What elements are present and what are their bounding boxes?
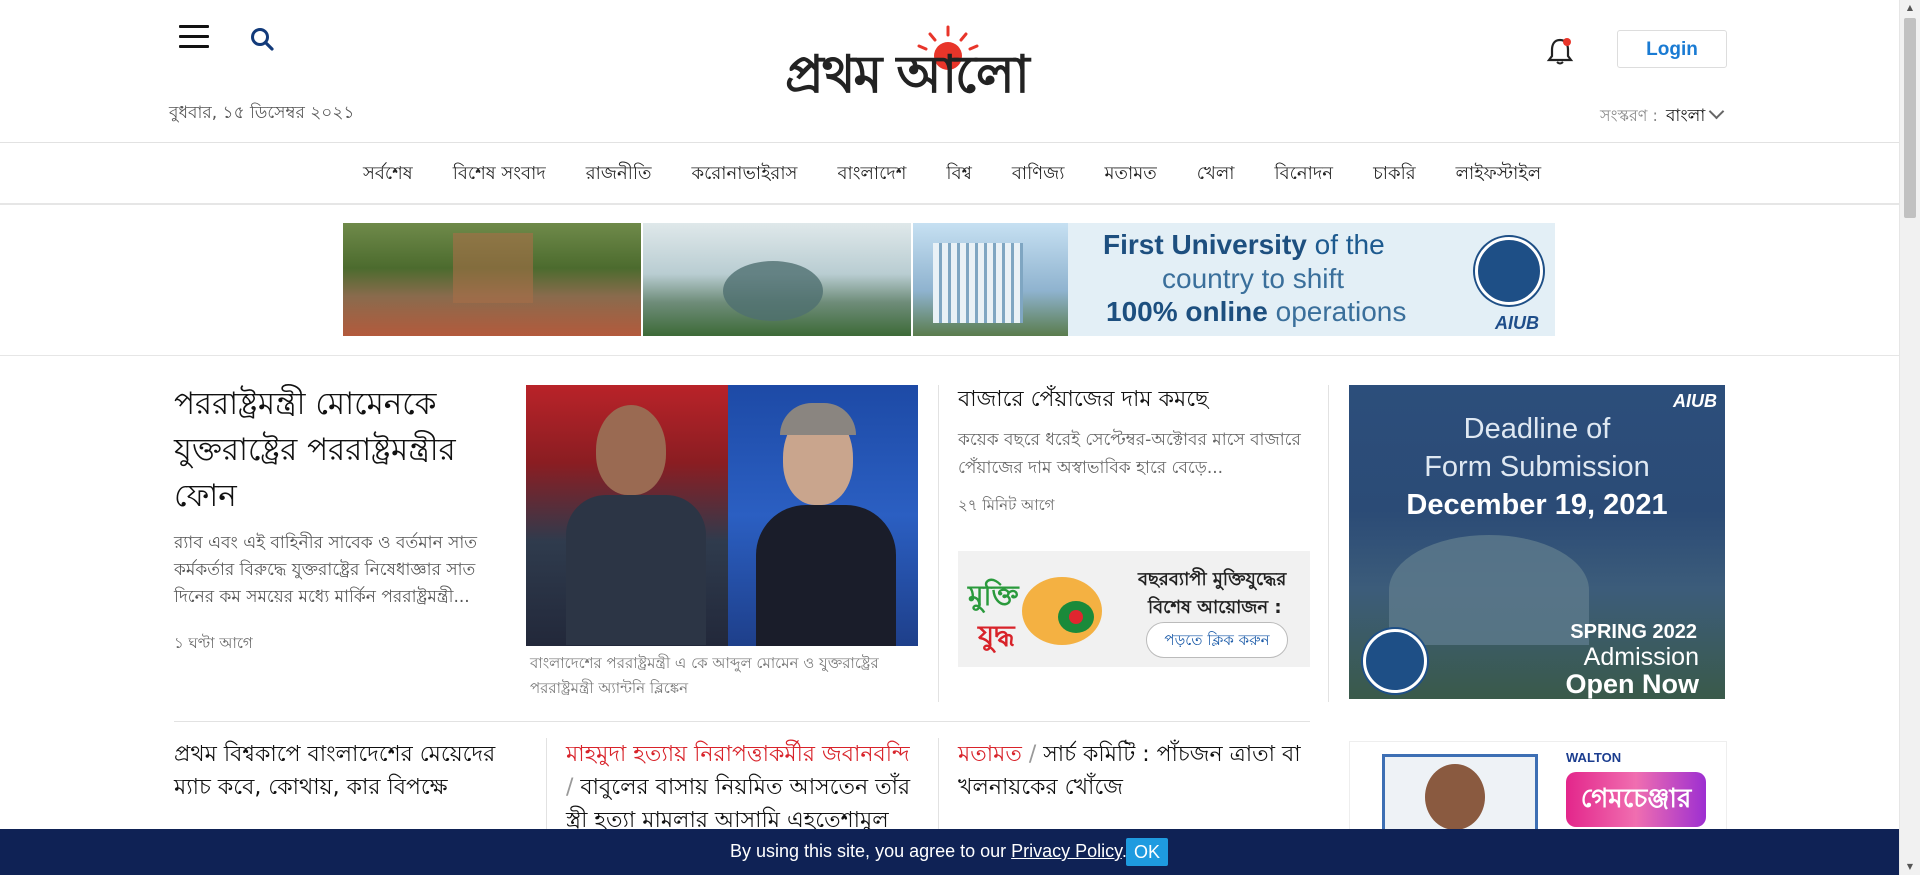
column-divider (938, 385, 939, 702)
logo-wordmark: প্রথম আলো (785, 44, 1030, 105)
section-divider (0, 355, 1900, 356)
nav-item-world[interactable]: বিশ্ব (946, 159, 971, 190)
ad-line4: SPRING 2022 (1570, 621, 1697, 643)
kicker-separator: / (566, 775, 581, 800)
edition-value[interactable]: বাংলা (1666, 106, 1705, 126)
nav-item-sports[interactable]: খেলা (1197, 159, 1235, 190)
walton-brand: WALTON (1566, 750, 1622, 765)
story-kicker[interactable]: মাহমুদা হত্যায় নিরাপত্তাকর্মীর জবানবন্দ… (566, 742, 910, 767)
nav-item-opinion[interactable]: মতামত (1104, 159, 1156, 190)
ad-line2: Form Submission (1424, 451, 1650, 483)
cookie-ok-button[interactable]: OK (1126, 838, 1168, 866)
notification-bell-icon[interactable] (1546, 36, 1574, 66)
campus-dome-image (1389, 535, 1589, 645)
story-headline[interactable]: বাজারে পেঁয়াজের দাম কমছে (958, 383, 1310, 416)
scroll-down-arrow-icon[interactable]: ▼ (1900, 859, 1920, 875)
cookie-consent-bar: By using this site, you agree to our Pri… (0, 829, 1900, 875)
column-divider (546, 738, 547, 838)
cookie-text: By using this site, you agree to our (730, 841, 1012, 861)
main-nav: সর্বশেষ বিশেষ সংবাদ রাজনীতি করোনাভাইরাস … (0, 143, 1900, 205)
university-seal-icon (1475, 237, 1543, 305)
nav-item-latest[interactable]: সর্বশেষ (363, 159, 413, 190)
nav-item-coronavirus[interactable]: করোনাভাইরাস (692, 159, 798, 190)
column-divider (938, 738, 939, 838)
nav-item-special[interactable]: বিশেষ সংবাদ (453, 159, 546, 190)
story-headline[interactable]: বাবুলের বাসায় নিয়মিত আসতেন তাঁর স্ত্রী… (566, 775, 910, 833)
nav-item-jobs[interactable]: চাকরি (1373, 159, 1416, 190)
ad-line1: Deadline of (1463, 413, 1611, 445)
nav-item-lifestyle[interactable]: লাইফস্টাইল (1456, 159, 1541, 190)
banner-line3-bold: 100% online (1106, 296, 1268, 327)
privacy-policy-link[interactable]: Privacy Policy (1011, 841, 1122, 861)
right-ad-banner[interactable]: AIUB Deadline of Form Submission Decembe… (1349, 385, 1725, 699)
page-scrollbar[interactable]: ▲ ▼ (1899, 0, 1920, 875)
story-card[interactable]: প্রথম বিশ্বকাপে বাংলাদেশের মেয়েদের ম্যা… (174, 738, 524, 804)
ad-brand: AIUB (1673, 391, 1717, 411)
site-logo[interactable]: প্রথম আলো (785, 24, 1115, 105)
campus-photo (343, 223, 641, 336)
lead-summary[interactable]: র‍্যাব এবং এই বাহিনীর সাবেক ও বর্তমান সা… (174, 530, 509, 611)
chevron-down-icon (1708, 103, 1725, 120)
mukti-logo-icon: মুক্তি যুদ্ধ (967, 577, 1102, 653)
banner-text-panel: First University of the country to shift… (1068, 223, 1555, 336)
column-divider (1328, 385, 1329, 702)
row-divider (174, 721, 1310, 722)
ad-line6: Open Now (1565, 669, 1700, 699)
scrollbar-thumb[interactable] (1904, 18, 1916, 218)
game-changer-logo: গেমচেঞ্জার (1566, 772, 1706, 827)
menu-icon[interactable] (179, 25, 209, 49)
mukti-line1: বছরব্যাপী মুক্তিযুদ্ধের (1138, 569, 1287, 590)
scroll-up-arrow-icon[interactable]: ▲ (1900, 0, 1920, 16)
ad-line5: Admission (1583, 643, 1699, 671)
search-icon[interactable] (249, 26, 275, 52)
nav-item-politics[interactable]: রাজনীতি (586, 159, 652, 190)
story-summary[interactable]: কয়েক বছরে ধরেই সেপ্টেম্বর-অক্টোবর মাসে … (958, 426, 1310, 482)
kicker-separator: / (1021, 742, 1044, 767)
liberation-war-banner[interactable]: মুক্তি যুদ্ধ বছরব্যাপী মুক্তিযুদ্ধের বিশ… (958, 551, 1310, 667)
lead-timestamp: ১ ঘণ্টা আগে (174, 634, 253, 652)
side-story[interactable]: বাজারে পেঁয়াজের দাম কমছে কয়েক বছরে ধরে… (958, 383, 1310, 519)
svg-text:মুক্তি: মুক্তি (967, 578, 1021, 613)
nav-item-bangladesh[interactable]: বাংলাদেশ (837, 159, 906, 190)
story-card[interactable]: মতামত / সার্চ কমিটি : পাঁচজন ত্রাতা বা খ… (958, 738, 1310, 804)
portrait-image (1425, 764, 1485, 830)
login-button[interactable]: Login (1617, 30, 1727, 68)
current-date: বুধবার, ১৫ ডিসেম্বর ২০২১ (169, 103, 355, 123)
campus-photo (643, 223, 911, 336)
photo-caption: বাংলাদেশের পররাষ্ট্রমন্ত্রী এ কে আব্দুল … (530, 654, 879, 697)
edition-label: সংস্করণ : (1600, 106, 1658, 125)
mukti-line2: বিশেষ আয়োজন : (1148, 597, 1282, 618)
campus-photo (913, 223, 1068, 336)
banner-line1-rest: of the (1306, 229, 1385, 260)
story-headline[interactable]: প্রথম বিশ্বকাপে বাংলাদেশের মেয়েদের ম্যা… (174, 738, 524, 804)
nav-item-business[interactable]: বাণিজ্য (1012, 159, 1065, 190)
university-seal-icon (1363, 629, 1427, 693)
story-card[interactable]: মাহমুদা হত্যায় নিরাপত্তাকর্মীর জবানবন্দ… (566, 738, 918, 837)
walton-ad-banner[interactable]: WALTON গেমচেঞ্জার (1349, 741, 1727, 833)
lead-headline[interactable]: পররাষ্ট্রমন্ত্রী মোমেনকে যুক্তরাষ্ট্রের … (174, 381, 504, 519)
read-more-button[interactable]: পড়তে ক্লিক করুন (1146, 622, 1288, 658)
top-ad-banner[interactable]: First University of the country to shift… (343, 223, 1555, 336)
banner-line3-rest: operations (1267, 296, 1407, 327)
story-kicker[interactable]: মতামত (958, 742, 1022, 767)
svg-text:যুদ্ধ: যুদ্ধ (977, 619, 1016, 653)
banner-brand: AIUB (1495, 313, 1539, 333)
site-header: বুধবার, ১৫ ডিসেম্বর ২০২১ প্রথম আলো Login… (0, 0, 1900, 143)
banner-line1-bold: First University (1103, 229, 1307, 260)
story-timestamp: ২৭ মিনিট আগে (958, 496, 1055, 514)
banner-line2: country to shift (1162, 263, 1345, 294)
edition-selector[interactable]: সংস্করণ : বাংলা (1600, 103, 1725, 131)
lead-photo[interactable] (526, 385, 918, 646)
ad-line3: December 19, 2021 (1406, 489, 1668, 521)
nav-item-entertainment[interactable]: বিনোদন (1274, 159, 1333, 190)
